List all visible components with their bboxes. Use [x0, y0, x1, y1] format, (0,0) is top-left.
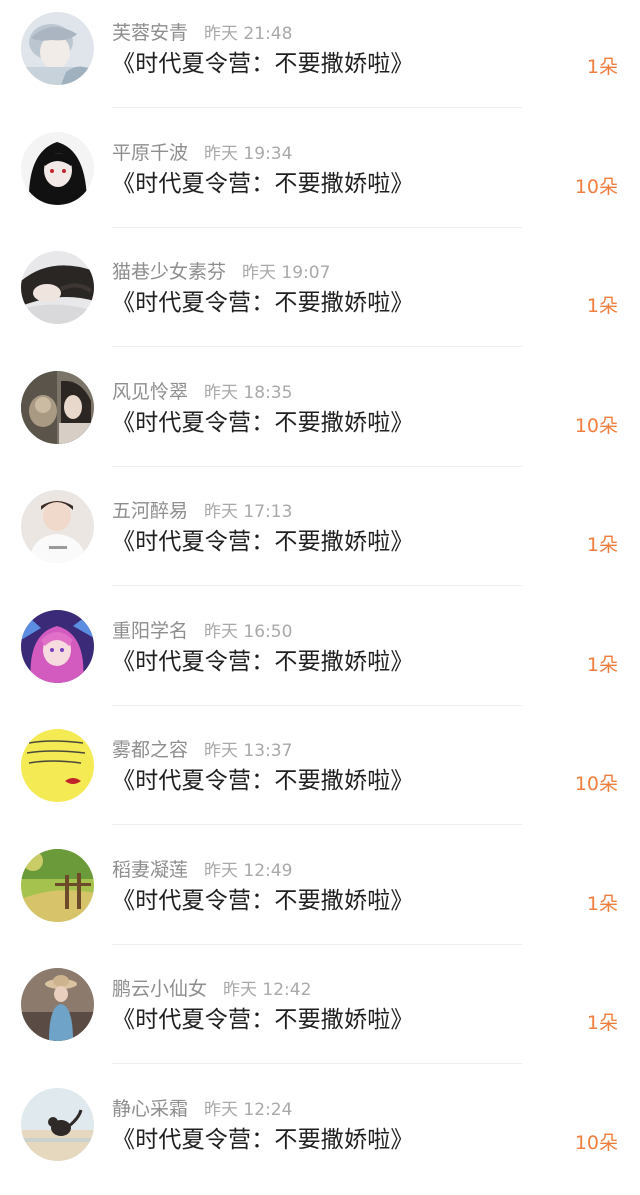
divider [112, 944, 522, 945]
avatar[interactable] [21, 729, 94, 802]
book-title[interactable]: 《时代夏令营：不要撒娇啦》 [112, 169, 414, 199]
flower-count: 1朵 [587, 55, 618, 79]
list-item[interactable]: 静心采霜昨天 12:24 《时代夏令营：不要撒娇啦》 10朵 [0, 1076, 640, 1195]
sender-line: 重阳学名昨天 16:50 [112, 619, 292, 644]
sender-name[interactable]: 平原千波 [112, 142, 188, 164]
send-time: 昨天 12:42 [223, 980, 311, 1000]
flower-count: 1朵 [587, 533, 618, 557]
sender-line: 猫巷少女素芬昨天 19:07 [112, 260, 330, 285]
avatar[interactable] [21, 968, 94, 1041]
avatar-girl-with-monkey [21, 371, 94, 444]
book-title[interactable]: 《时代夏令营：不要撒娇啦》 [112, 408, 414, 438]
sender-line: 平原千波昨天 19:34 [112, 141, 292, 166]
avatar[interactable] [21, 849, 94, 922]
sender-name[interactable]: 风见怜翠 [112, 381, 188, 403]
sender-name[interactable]: 猫巷少女素芬 [112, 261, 226, 283]
book-title[interactable]: 《时代夏令营：不要撒娇啦》 [112, 1005, 414, 1035]
send-time: 昨天 12:49 [204, 861, 292, 881]
avatar-boy-white-shirt [21, 490, 94, 563]
flower-count: 1朵 [587, 892, 618, 916]
sender-line: 静心采霜昨天 12:24 [112, 1097, 292, 1122]
list-item[interactable]: 五河醉易昨天 17:13 《时代夏令营：不要撒娇啦》 1朵 [0, 478, 640, 598]
send-time: 昨天 21:48 [204, 24, 292, 44]
flower-count: 10朵 [575, 175, 618, 199]
avatar-anime-pink-hair [21, 610, 94, 683]
divider [112, 1063, 522, 1064]
divider [112, 107, 522, 108]
avatar-yellow-note-lips [21, 729, 94, 802]
list-item[interactable]: 重阳学名昨天 16:50 《时代夏令营：不要撒娇啦》 1朵 [0, 598, 640, 718]
avatar-green-fence-scene [21, 849, 94, 922]
send-time: 昨天 17:13 [204, 502, 292, 522]
sender-line: 雾都之容昨天 13:37 [112, 738, 292, 763]
book-title[interactable]: 《时代夏令营：不要撒娇啦》 [112, 49, 414, 79]
book-title[interactable]: 《时代夏令营：不要撒娇啦》 [112, 1125, 414, 1155]
send-time: 昨天 12:24 [204, 1100, 292, 1120]
list-item[interactable]: 平原千波昨天 19:34 《时代夏令营：不要撒娇啦》 10朵 [0, 120, 640, 240]
sender-name[interactable]: 鹏云小仙女 [112, 978, 207, 1000]
send-time: 昨天 19:07 [242, 263, 330, 283]
divider [112, 227, 522, 228]
flower-count: 1朵 [587, 294, 618, 318]
divider [112, 705, 522, 706]
avatar-cat-on-sand [21, 1088, 94, 1161]
flower-count: 10朵 [575, 772, 618, 796]
send-time: 昨天 16:50 [204, 622, 292, 642]
avatar[interactable] [21, 371, 94, 444]
avatar[interactable] [21, 12, 94, 85]
divider [112, 824, 522, 825]
list-item[interactable]: 芙蓉安青昨天 21:48 《时代夏令营：不要撒娇啦》 1朵 [0, 0, 640, 120]
book-title[interactable]: 《时代夏令营：不要撒娇啦》 [112, 527, 414, 557]
book-title[interactable]: 《时代夏令营：不要撒娇啦》 [112, 288, 414, 318]
avatar-pale-boy [21, 12, 94, 85]
send-time: 昨天 19:34 [204, 144, 292, 164]
book-title[interactable]: 《时代夏令营：不要撒娇啦》 [112, 766, 414, 796]
sender-line: 鹏云小仙女昨天 12:42 [112, 977, 311, 1002]
flower-count: 1朵 [587, 653, 618, 677]
avatar[interactable] [21, 132, 94, 205]
sender-name[interactable]: 静心采霜 [112, 1098, 188, 1120]
avatar-dark-girl [21, 132, 94, 205]
sender-name[interactable]: 雾都之容 [112, 739, 188, 761]
sender-line: 风见怜翠昨天 18:35 [112, 380, 292, 405]
sender-name[interactable]: 重阳学名 [112, 620, 188, 642]
list-item[interactable]: 风见怜翠昨天 18:35 《时代夏令营：不要撒娇啦》 10朵 [0, 359, 640, 479]
avatar[interactable] [21, 490, 94, 563]
list-item[interactable]: 雾都之容昨天 13:37 《时代夏令营：不要撒娇啦》 10朵 [0, 717, 640, 837]
list-item[interactable]: 稻妻凝莲昨天 12:49 《时代夏令营：不要撒娇啦》 1朵 [0, 837, 640, 957]
avatar[interactable] [21, 251, 94, 324]
sender-name[interactable]: 芙蓉安青 [112, 22, 188, 44]
divider [112, 585, 522, 586]
sender-line: 稻妻凝莲昨天 12:49 [112, 858, 292, 883]
sender-name[interactable]: 五河醉易 [112, 500, 188, 522]
list-item[interactable]: 猫巷少女素芬昨天 19:07 《时代夏令营：不要撒娇啦》 1朵 [0, 239, 640, 359]
avatar-sleeping-girl [21, 251, 94, 324]
send-time: 昨天 13:37 [204, 741, 292, 761]
flower-count: 10朵 [575, 414, 618, 438]
avatar-girl-straw-hat [21, 968, 94, 1041]
avatar[interactable] [21, 1088, 94, 1161]
flower-count: 10朵 [575, 1131, 618, 1155]
list-item[interactable]: 鹏云小仙女昨天 12:42 《时代夏令营：不要撒娇啦》 1朵 [0, 956, 640, 1076]
book-title[interactable]: 《时代夏令营：不要撒娇啦》 [112, 647, 414, 677]
flower-count: 1朵 [587, 1011, 618, 1035]
send-time: 昨天 18:35 [204, 383, 292, 403]
book-title[interactable]: 《时代夏令营：不要撒娇啦》 [112, 886, 414, 916]
sender-line: 五河醉易昨天 17:13 [112, 499, 292, 524]
divider [112, 466, 522, 467]
sender-name[interactable]: 稻妻凝莲 [112, 859, 188, 881]
avatar[interactable] [21, 610, 94, 683]
divider [112, 346, 522, 347]
sender-line: 芙蓉安青昨天 21:48 [112, 21, 292, 46]
